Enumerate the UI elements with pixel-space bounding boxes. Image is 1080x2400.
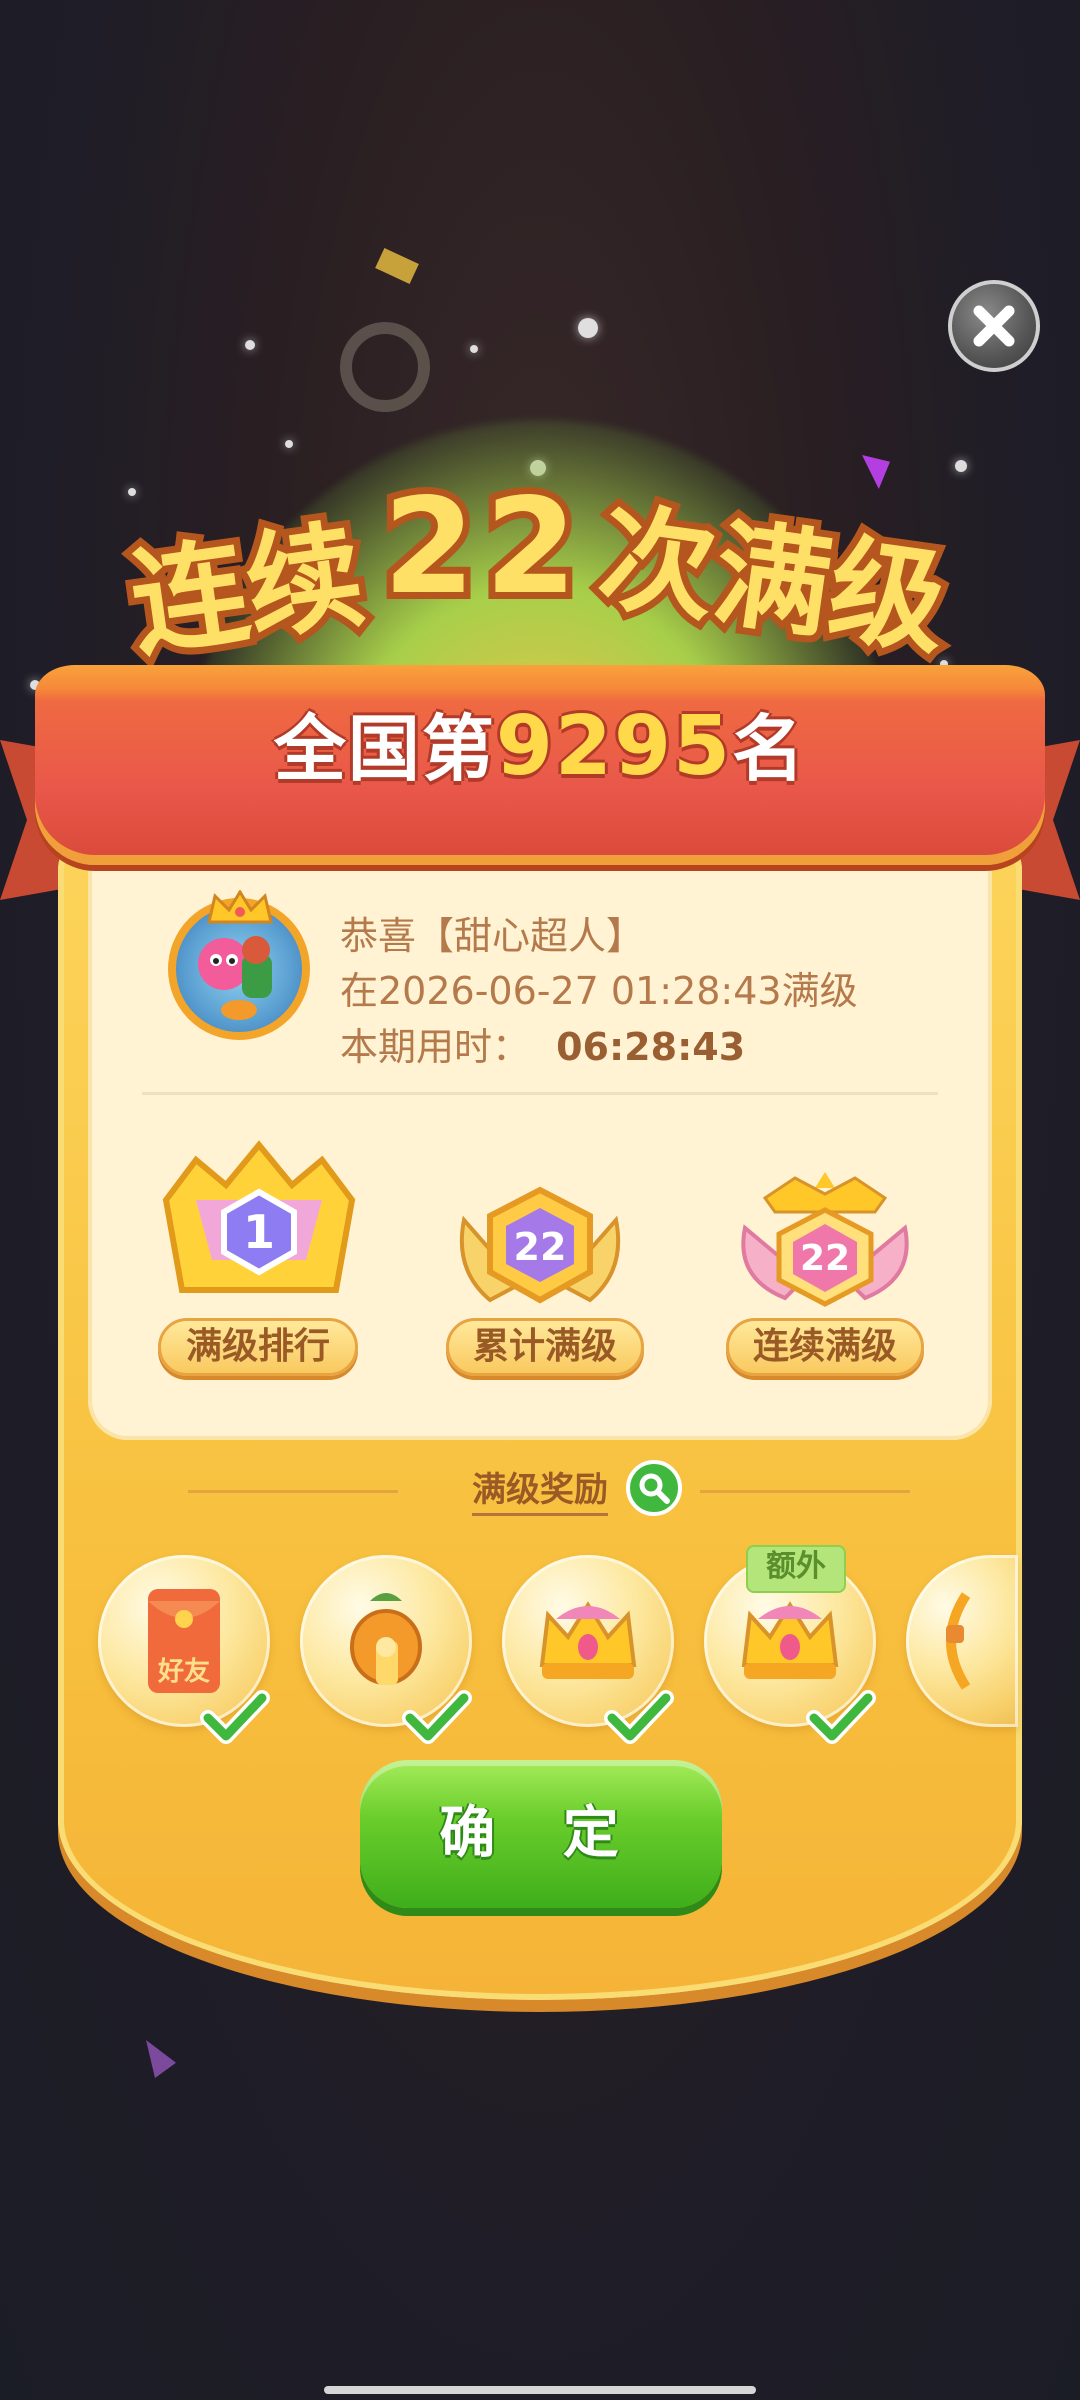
reward-title[interactable]: 满级奖励: [472, 1462, 608, 1516]
title-number: 22: [383, 470, 587, 624]
extra-reward-tag: 额外: [746, 1545, 846, 1593]
title-prefix: 连续: [123, 508, 372, 674]
title-banner: 连续 22 次满级: [116, 463, 961, 681]
title-suffix: 次满级: [591, 490, 954, 672]
total-max-level-button[interactable]: 累计满级: [446, 1318, 644, 1376]
reward-divider-left: [188, 1490, 398, 1493]
rank-list-button[interactable]: 满级排行: [158, 1318, 358, 1376]
time-label: 本期用时：: [340, 1025, 531, 1069]
claimed-check-icon: [604, 1690, 674, 1744]
streak-max-level-button[interactable]: 连续满级: [726, 1318, 924, 1376]
confetti-gold: [375, 248, 419, 284]
claimed-check-icon: [402, 1690, 472, 1744]
avatar-crown-icon: [207, 890, 273, 924]
time-value: 06:28:43: [556, 1025, 746, 1069]
reward-item-1-label: 好友: [157, 1657, 210, 1687]
rank-badge-icon[interactable]: 1: [156, 1140, 362, 1320]
national-rank: 全国第9295名: [273, 699, 807, 794]
magnifier-icon: [639, 1473, 670, 1504]
ring-decoration: [340, 322, 430, 412]
achieved-line: 在2026-06-27 01:28:43满级: [340, 969, 858, 1013]
home-indicator[interactable]: [324, 2386, 756, 2394]
reward-zoom-button[interactable]: [626, 1460, 682, 1516]
svg-text:1: 1: [243, 1205, 275, 1259]
confirm-button[interactable]: 确 定: [360, 1760, 722, 1908]
confetti-violet: [146, 2040, 176, 2078]
reward-divider-right: [700, 1490, 910, 1493]
time-line: 本期用时： 06:28:43: [340, 1016, 745, 1071]
svg-text:22: 22: [800, 1238, 850, 1279]
total-badge-icon[interactable]: 22: [450, 1180, 630, 1320]
congrats-line: 恭喜【甜心超人】: [340, 914, 645, 958]
divider: [142, 1092, 938, 1095]
close-icon: [973, 305, 1015, 347]
streak-badge-icon[interactable]: 22: [735, 1168, 915, 1328]
svg-text:22: 22: [514, 1225, 567, 1269]
close-button[interactable]: [948, 280, 1040, 372]
claimed-check-icon: [806, 1690, 876, 1744]
claimed-check-icon: [200, 1690, 270, 1744]
rank-number: 9295: [495, 699, 733, 794]
